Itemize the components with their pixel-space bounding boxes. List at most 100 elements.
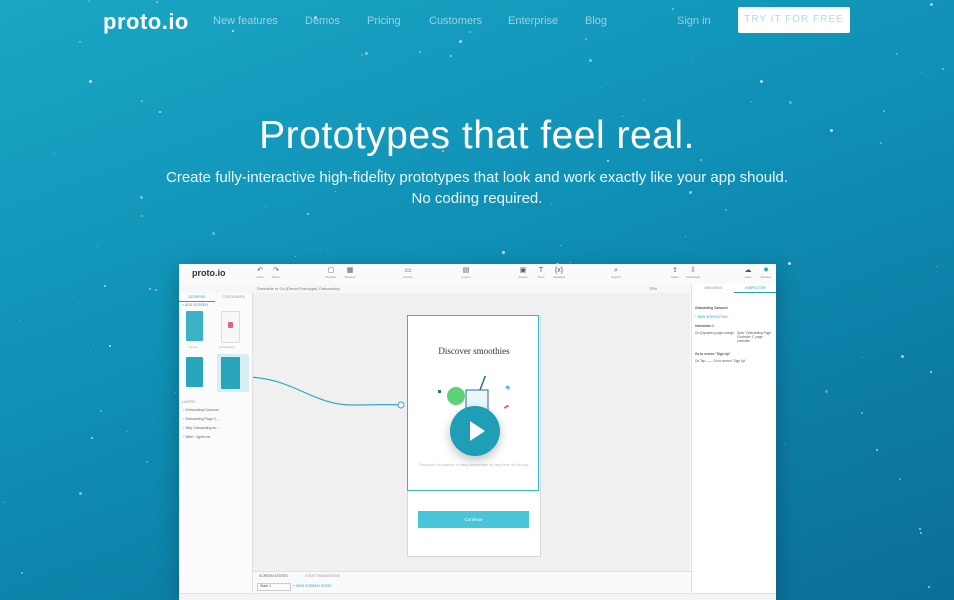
interaction-trigger[interactable]: On (Dynamic) page change (695, 331, 735, 335)
nav-link-customers[interactable]: Customers (429, 15, 482, 27)
text-icon: T (538, 267, 544, 274)
redo-button[interactable]: ↷ Redo (267, 267, 285, 280)
play-icon (470, 421, 485, 441)
assets-label: Assets (518, 275, 528, 279)
status-bar (179, 593, 776, 600)
device-button[interactable]: ▭ Device (399, 267, 417, 280)
interaction-label: Interaction 1 (695, 324, 714, 328)
screens-button[interactable]: ▦ Screens (341, 267, 359, 280)
nav-link-enterprise[interactable]: Enterprise (508, 15, 558, 27)
app-logo: proto.io (192, 268, 226, 278)
layer-row[interactable]: ▫ Onboarding Page C... (183, 417, 219, 421)
star-dot (148, 287, 151, 290)
star-dot (212, 232, 216, 236)
settings-label: Preview (760, 275, 772, 279)
left-panel: SCREENS CONTAINERS + ADD SCREEN Home Onb… (179, 293, 253, 593)
star-dot (154, 288, 157, 291)
tab-screen-states[interactable]: SCREEN STATES (259, 574, 288, 578)
preview-button[interactable]: ▢ Preview (322, 267, 340, 280)
interaction-action[interactable]: Sync "Onboarding Page Controller 1" page… (737, 331, 775, 343)
layers-heading: LAYERS (182, 400, 196, 404)
star-dot (921, 71, 923, 73)
proto-io-logo[interactable]: proto.io (103, 9, 189, 35)
star-dot (751, 101, 753, 103)
star-dot (141, 214, 144, 217)
save-icon: ☁ (744, 267, 752, 274)
assets-button[interactable]: ▣ Assets (514, 267, 532, 280)
tab-containers[interactable]: CONTAINERS (215, 293, 252, 301)
layers-icon: ▤ (462, 267, 470, 274)
app-toolbar: proto.io ↶ Undo ↷ Redo ▢ Preview ▦ Screens ▭… (179, 264, 776, 285)
layer-name: Wide - lights me (185, 435, 211, 439)
share-button[interactable]: ⇪ Share (666, 267, 684, 280)
variables-label: Variables (552, 275, 566, 279)
star-dot (72, 297, 74, 299)
tab-state-transitions[interactable]: STATE TRANSITIONS (305, 574, 340, 578)
redo-label: Redo (272, 275, 280, 279)
settings-button[interactable]: ✹ Preview (757, 267, 775, 280)
star-dot (901, 354, 905, 358)
new-screen-state-button[interactable]: + NEW SCREEN STATE (293, 584, 332, 588)
layer-row[interactable]: ▫ Skip Onboarding bu... (183, 426, 219, 430)
screen-thumbnail[interactable] (186, 311, 203, 341)
download-button[interactable]: ⇩ Download (684, 267, 702, 280)
zoom-level[interactable]: 75% (649, 286, 657, 291)
try-it-for-free-button[interactable]: TRY IT FOR FREE (738, 7, 850, 33)
inspector-panel: LIBRARIES INSPECTOR Onboarding Carousel … (691, 284, 776, 593)
star-dot (789, 100, 793, 104)
screens-label: Screens (344, 275, 356, 279)
layers-button[interactable]: ▤ Layers (457, 267, 475, 280)
share-icon: ⇪ (672, 267, 678, 274)
star-dot (99, 409, 102, 412)
nav-link-blog[interactable]: Blog (585, 15, 607, 27)
layers-label: Layers (461, 275, 471, 279)
variables-icon: {x} (554, 267, 564, 274)
star-dot (559, 244, 561, 246)
new-screen-state-label: NEW SCREEN STATE (296, 584, 332, 588)
star-dot (817, 445, 819, 447)
continue-button[interactable]: Continue (418, 511, 529, 528)
screen-thumbnail-selected[interactable] (221, 357, 240, 389)
texts-button[interactable]: T Texts (532, 267, 550, 280)
nav-link-pricing[interactable]: Pricing (367, 15, 401, 27)
star-dot (691, 61, 693, 63)
layer-row[interactable]: ▫ Wide - lights me (183, 435, 210, 439)
play-video-button[interactable] (450, 406, 500, 456)
variables-button[interactable]: {x} Variables (550, 267, 568, 280)
assets-icon: ▣ (519, 267, 527, 274)
screen-name: Home (189, 345, 198, 349)
star-dot (607, 159, 610, 162)
breadcrumb[interactable]: Smoothie to Go (Demo Prototype) Onboardi… (257, 286, 340, 291)
star-dot (876, 449, 879, 452)
goto-interaction[interactable]: On Tap —— Go to screen "Sign Up" (695, 359, 746, 363)
star-dot (109, 345, 112, 348)
star-dot (450, 55, 453, 58)
download-label: Download (686, 275, 700, 279)
device-label: Device (403, 275, 413, 279)
star-dot (90, 351, 92, 353)
star-dot (929, 371, 932, 374)
nav-link-demos[interactable]: Demos (305, 15, 340, 27)
save-button[interactable]: ☁ Save (739, 267, 757, 280)
tab-screens[interactable]: SCREENS (179, 293, 215, 302)
screen-thumbnail[interactable] (221, 311, 240, 343)
new-interaction-button[interactable]: + NEW INTERACTION (695, 315, 728, 319)
star-dot (326, 248, 328, 250)
add-screen-button[interactable]: + ADD SCREEN (182, 303, 208, 307)
tab-inspector[interactable]: INSPECTOR (734, 284, 776, 293)
search-button[interactable]: ⌕ Search (607, 267, 625, 280)
top-navigation: proto.io New features Demos Pricing Cust… (0, 0, 954, 44)
nav-link-new-features[interactable]: New features (213, 15, 278, 27)
star-dot (919, 532, 922, 535)
goto-label: Go to screen "Sign Up" (695, 352, 731, 356)
screen-thumbnail[interactable] (186, 357, 203, 387)
star-dot (725, 209, 728, 212)
layer-row[interactable]: ▫ Onboarding Carousel (183, 408, 219, 412)
layer-name: Skip Onboarding bu... (185, 426, 220, 430)
tab-libraries[interactable]: LIBRARIES (692, 284, 734, 292)
star-dot (643, 100, 645, 102)
hero-subtitle-line-2: No coding required. (411, 190, 543, 207)
star-dot (759, 79, 763, 83)
sign-in-link[interactable]: Sign in (677, 15, 711, 27)
state-select[interactable]: State 1 (257, 583, 291, 591)
